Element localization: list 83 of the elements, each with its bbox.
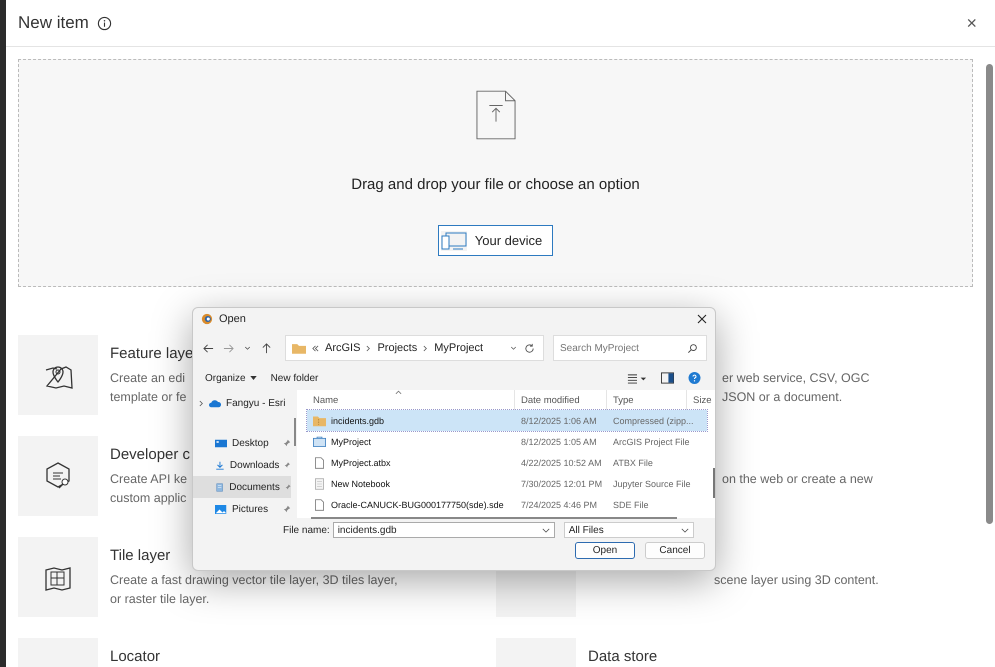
file-name-field[interactable]: incidents.gdb xyxy=(332,522,555,538)
pin-icon[interactable] xyxy=(283,505,291,513)
file-row[interactable]: Oracle-CANUCK-BUG000177750(sde).sde 7/24/2025 4:46 PM SDE File xyxy=(307,494,707,515)
sidebar-item[interactable]: Downloads xyxy=(193,454,291,476)
card-description: on the web or create a new xyxy=(722,471,873,488)
dropzone-prompt: Drag and drop your file or choose an option xyxy=(351,176,640,193)
devices-icon xyxy=(440,230,467,250)
address-bar[interactable]: ArcGIS Projects MyProject xyxy=(285,335,544,361)
card-title[interactable]: Developer c xyxy=(110,446,190,463)
column-header[interactable]: Size xyxy=(687,390,715,410)
folder-icon xyxy=(292,342,306,354)
desktop-icon xyxy=(215,438,227,448)
download-arrow-icon xyxy=(215,460,225,470)
scrollbar[interactable] xyxy=(986,64,993,524)
card-title[interactable]: Data store xyxy=(588,648,658,665)
card-title[interactable]: Locator xyxy=(110,648,160,665)
file-icon xyxy=(313,456,326,468)
dialog-title: Open xyxy=(219,313,246,325)
project-icon xyxy=(313,436,326,448)
close-icon[interactable] xyxy=(697,314,707,324)
cancel-button[interactable]: Cancel xyxy=(645,542,705,559)
breadcrumb[interactable]: Projects xyxy=(377,342,418,354)
picture-icon xyxy=(215,504,227,514)
chevron-down-icon[interactable] xyxy=(542,528,550,532)
sidebar-item[interactable]: Fangyu - Esri xyxy=(193,392,291,414)
zip-folder-icon xyxy=(313,414,326,426)
file-row[interactable]: New Notebook 7/30/2025 12:01 PM Jupyter Source File xyxy=(307,473,707,494)
search-icon xyxy=(687,342,698,354)
card-description: er web service, CSV, OGC xyxy=(722,370,870,387)
breadcrumb[interactable]: ArcGIS xyxy=(325,342,360,354)
close-button[interactable]: × xyxy=(962,12,981,34)
card-description: template or fe xyxy=(110,389,188,406)
sidebar-item[interactable]: Documents xyxy=(193,476,291,498)
card-description: custom applic xyxy=(110,490,188,507)
panel-title: New item xyxy=(18,13,89,33)
card-description: or raster tile layer. xyxy=(110,591,210,608)
file-type-dropdown[interactable]: All Files xyxy=(564,522,694,538)
file-row[interactable]: MyProject 8/12/2025 1:05 AM ArcGIS Project File xyxy=(307,431,707,452)
new-folder-button[interactable]: New folder xyxy=(270,372,318,384)
card-icon-tile[interactable] xyxy=(18,436,98,516)
card-description: Create an edi xyxy=(110,370,186,387)
card-description: scene layer using 3D content. xyxy=(714,572,879,589)
open-button[interactable]: Open xyxy=(575,542,635,559)
sidebar-item[interactable]: Desktop xyxy=(193,432,291,454)
info-icon[interactable] xyxy=(96,16,112,30)
card-description: Create API ke xyxy=(110,471,188,488)
search-field[interactable]: Search MyProject xyxy=(553,335,707,361)
caret-icon xyxy=(250,376,257,380)
breadcrumb[interactable]: MyProject xyxy=(434,342,484,354)
file-upload-icon xyxy=(476,90,516,140)
view-menu-icon[interactable] xyxy=(627,372,647,384)
sidebar-item[interactable]: Pictures xyxy=(193,498,291,520)
dropzone[interactable]: Drag and drop your file or choose an option Your device xyxy=(18,59,973,287)
overflow-chevrons-icon xyxy=(312,344,319,352)
sort-caret-icon xyxy=(395,390,402,395)
back-arrow-icon[interactable] xyxy=(203,342,214,354)
pin-icon[interactable] xyxy=(283,439,291,447)
refresh-icon[interactable] xyxy=(524,342,535,354)
breadcrumb-chevron-icon xyxy=(366,344,372,352)
expand-chevron-icon[interactable] xyxy=(199,400,204,406)
notebook-icon xyxy=(313,478,326,490)
pin-icon[interactable] xyxy=(284,483,291,491)
up-arrow-icon[interactable] xyxy=(261,342,272,354)
pin-icon[interactable] xyxy=(284,461,291,469)
document-icon xyxy=(215,482,224,492)
card-title[interactable]: Feature laye xyxy=(110,345,194,362)
file-row[interactable]: incidents.gdb 8/12/2025 1:06 AM Compressed (zipp... xyxy=(307,410,707,431)
card-description: Create a fast drawing vector tile layer, 3D tiles layer, xyxy=(110,572,398,589)
file-row[interactable]: MyProject.atbx 4/22/2025 10:52 AM ATBX File xyxy=(307,452,707,473)
chevron-down-icon[interactable] xyxy=(680,528,689,532)
card-icon-tile[interactable] xyxy=(18,335,98,415)
cloud-icon xyxy=(209,398,221,408)
forward-arrow-icon[interactable] xyxy=(223,342,234,354)
file-icon xyxy=(313,498,326,510)
preview-pane-icon[interactable] xyxy=(661,372,674,384)
your-device-button[interactable]: Your device xyxy=(438,225,554,256)
breadcrumb-chevron-icon xyxy=(423,344,428,352)
card-description: JSON or a document. xyxy=(722,389,844,406)
card-icon-tile[interactable] xyxy=(18,537,98,617)
file-name-label: File name: xyxy=(283,524,330,536)
app-icon xyxy=(201,313,213,325)
organize-menu-button[interactable]: Organize xyxy=(205,372,257,384)
help-icon[interactable] xyxy=(688,372,701,384)
